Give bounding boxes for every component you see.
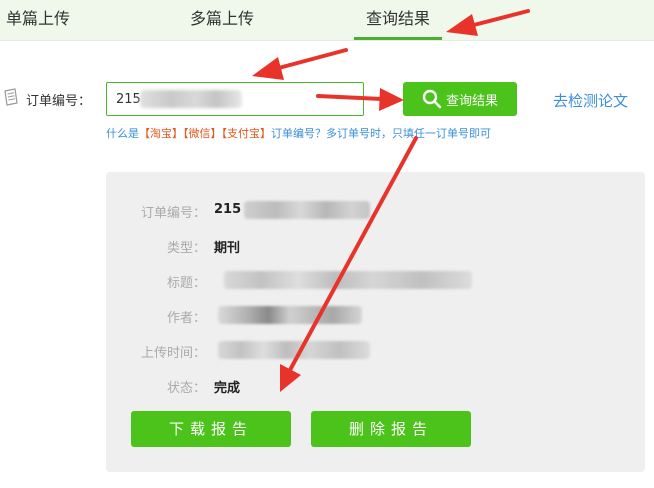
type-label: 类型： (166, 241, 206, 256)
redacted-author-value (218, 306, 362, 324)
detect-paper-link[interactable]: 去检测论文 (553, 90, 628, 111)
tab-single-upload[interactable]: 单篇上传 (6, 0, 86, 40)
order-number-value: 215 (214, 202, 242, 217)
tab-query-results[interactable]: 查询结果 (354, 0, 442, 40)
title-label: 标题： (166, 276, 206, 291)
upload-time-label: 上传时间： (140, 346, 206, 361)
hint-suffix: 订单编号？多订单号时，只填任一订单号即可 (271, 127, 491, 140)
arrow-to-input (252, 48, 348, 80)
hint-prefix: 什么是 (106, 127, 139, 140)
hint-taobao-link[interactable]: 【淘宝】 (139, 127, 183, 140)
order-number-field-label: 订单编号： (140, 206, 206, 221)
order-doc-icon (4, 88, 18, 106)
search-icon (422, 89, 442, 109)
query-results-button[interactable]: 查询结果 (403, 82, 517, 116)
order-number-label: 订单编号： (26, 94, 92, 109)
status-value: 完成 (214, 381, 241, 396)
redacted-order-number (140, 90, 242, 108)
hint-alipay-link[interactable]: 【支付宝】 (222, 127, 272, 140)
redacted-order-value (244, 201, 370, 219)
order-hint: 什么是【淘宝】【微信】【支付宝】订单编号？多订单号时，只填任一订单号即可 (106, 125, 491, 141)
tab-bar: 单篇上传 多篇上传 查询结果 (0, 0, 654, 41)
download-report-button[interactable]: 下载报告 (131, 411, 291, 447)
hint-wechat-link[interactable]: 【微信】 (183, 127, 222, 140)
type-value: 期刊 (214, 241, 241, 256)
redacted-title-value (224, 271, 472, 289)
query-button-label: 查询结果 (445, 93, 498, 109)
redacted-upload-time-value (218, 341, 370, 359)
author-label: 作者： (166, 311, 206, 326)
tab-multi-upload[interactable]: 多篇上传 (180, 0, 264, 40)
delete-report-button[interactable]: 删除报告 (311, 411, 471, 447)
status-label: 状态： (166, 381, 206, 396)
